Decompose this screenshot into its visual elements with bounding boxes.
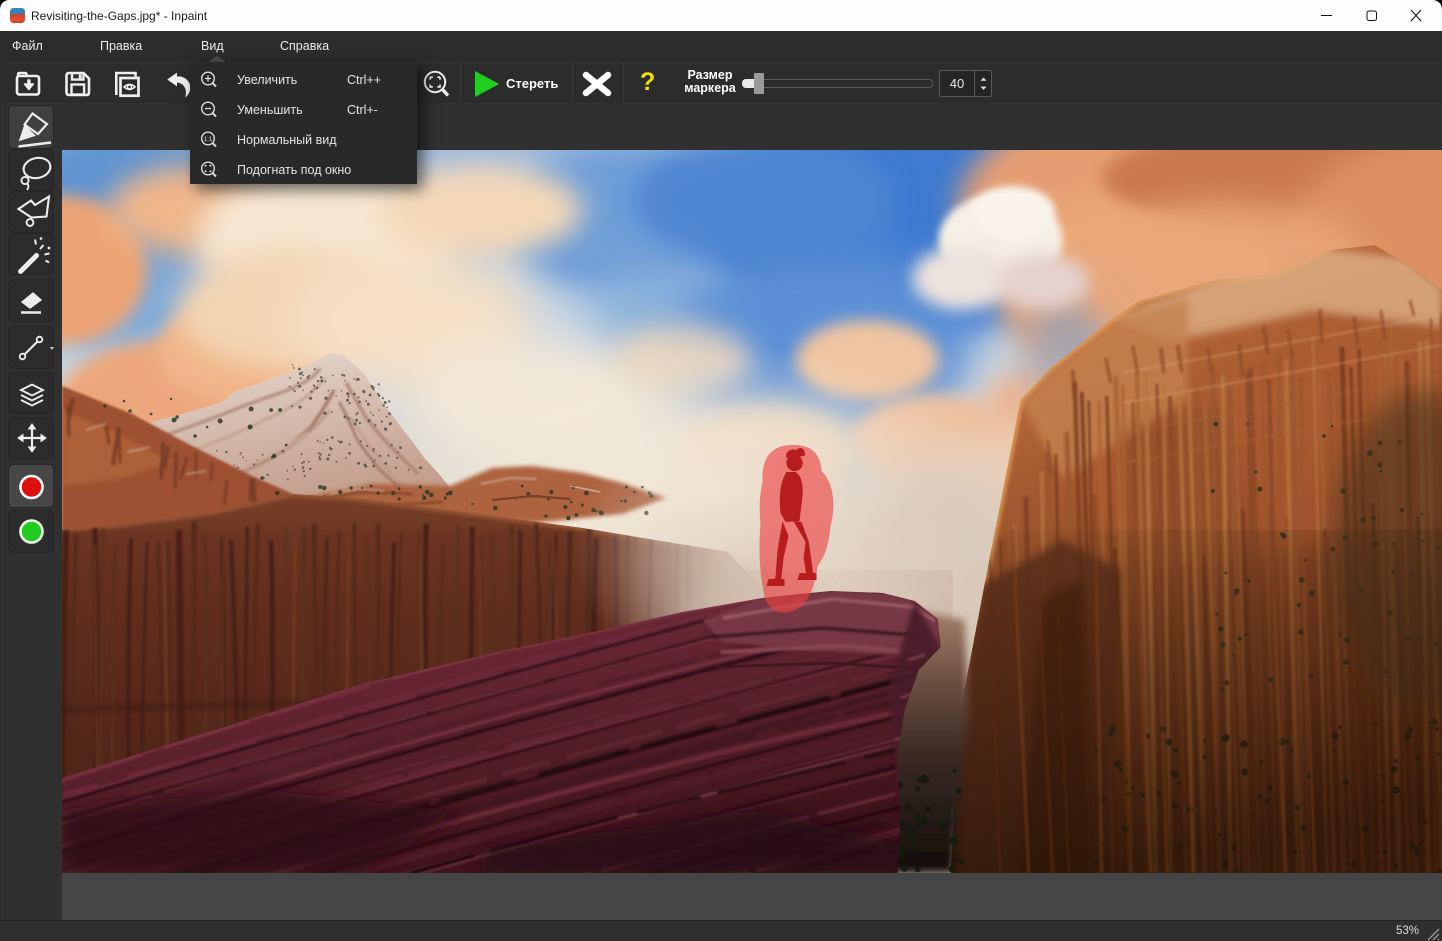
svg-text:1:1: 1:1 xyxy=(204,137,213,143)
